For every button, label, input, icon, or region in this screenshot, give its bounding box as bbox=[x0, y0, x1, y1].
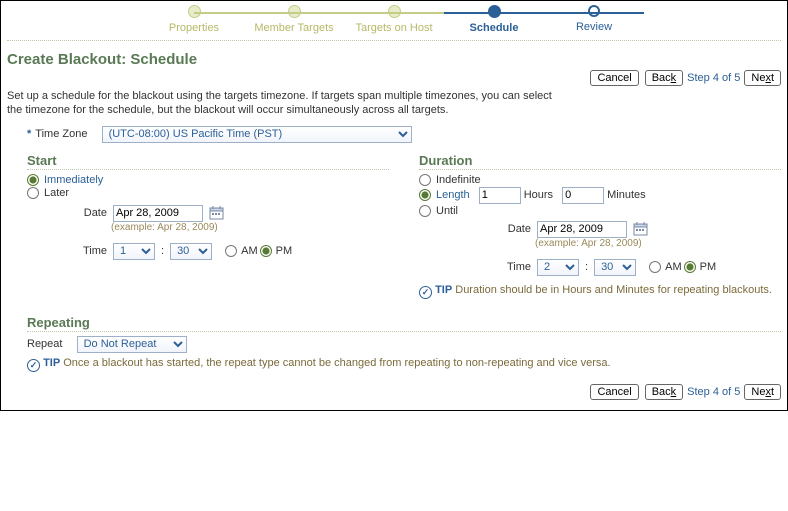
step-indicator: Step 4 of 5 bbox=[687, 72, 740, 84]
duration-section: Duration Indefinite Length Hours Minutes… bbox=[419, 153, 781, 297]
duration-pm-radio[interactable] bbox=[684, 261, 696, 273]
duration-length-label: Length bbox=[436, 189, 470, 201]
train-dot-icon bbox=[288, 5, 301, 18]
duration-pm-label: PM bbox=[700, 261, 717, 273]
start-am-label: AM bbox=[241, 245, 258, 257]
train-dot-icon bbox=[588, 5, 600, 17]
train-step-member-targets[interactable]: Member Targets bbox=[244, 5, 344, 34]
next-label: Next bbox=[751, 386, 774, 398]
duration-until-label: Until bbox=[436, 205, 458, 217]
calendar-icon[interactable] bbox=[209, 205, 225, 221]
time-colon: : bbox=[585, 261, 588, 273]
duration-date-input[interactable] bbox=[537, 221, 627, 238]
duration-tip-text: Duration should be in Hours and Minutes … bbox=[455, 284, 772, 296]
train-step-label: Targets on Host bbox=[355, 22, 432, 34]
tip-label: TIP bbox=[435, 284, 452, 296]
bottom-nav-row: Cancel Back Step 4 of 5 Next bbox=[7, 384, 781, 400]
calendar-icon[interactable] bbox=[633, 221, 649, 237]
duration-hours-input[interactable] bbox=[479, 187, 521, 204]
timezone-row: * Time Zone (UTC-08:00) US Pacific Time … bbox=[27, 126, 781, 143]
divider bbox=[7, 40, 781, 41]
duration-legend: Duration bbox=[419, 153, 781, 170]
repeat-select[interactable]: Do Not Repeat bbox=[77, 336, 187, 353]
train-dot-icon bbox=[188, 5, 201, 18]
train-step-properties[interactable]: Properties bbox=[144, 5, 244, 34]
duration-mins-input[interactable] bbox=[562, 187, 604, 204]
start-immediately-radio[interactable] bbox=[27, 174, 39, 186]
back-button[interactable]: Back bbox=[645, 70, 683, 86]
next-button[interactable]: Next bbox=[744, 384, 781, 400]
repeating-section: Repeating Repeat Do Not Repeat TIP Once … bbox=[27, 315, 781, 370]
start-time-label: Time bbox=[75, 245, 107, 257]
cancel-button[interactable]: Cancel bbox=[590, 70, 638, 86]
repeat-label: Repeat bbox=[27, 338, 62, 350]
duration-am-label: AM bbox=[665, 261, 682, 273]
train-step-label: Schedule bbox=[470, 22, 519, 34]
next-label: Next bbox=[751, 72, 774, 84]
duration-indefinite-radio[interactable] bbox=[419, 174, 431, 186]
cancel-label: Cancel bbox=[597, 386, 631, 398]
train-step-review[interactable]: Review bbox=[544, 5, 644, 34]
duration-length-radio[interactable] bbox=[419, 189, 431, 201]
duration-date-label: Date bbox=[499, 223, 531, 235]
train-step-label: Review bbox=[576, 21, 612, 33]
cancel-label: Cancel bbox=[597, 72, 631, 84]
timezone-label: Time Zone bbox=[35, 128, 87, 140]
tip-label: TIP bbox=[43, 357, 60, 369]
train-step-label: Properties bbox=[169, 22, 219, 34]
wizard-train: Properties Member Targets Targets on Host S… bbox=[7, 5, 781, 34]
start-am-radio[interactable] bbox=[225, 245, 237, 257]
top-nav-row: Cancel Back Step 4 of 5 Next bbox=[7, 70, 781, 86]
back-label: Back bbox=[652, 386, 676, 398]
duration-am-radio[interactable] bbox=[649, 261, 661, 273]
back-button[interactable]: Back bbox=[645, 384, 683, 400]
start-date-label: Date bbox=[75, 207, 107, 219]
duration-min-select[interactable]: 30 bbox=[594, 259, 636, 276]
intro-text: Set up a schedule for the blackout using… bbox=[7, 90, 567, 118]
duration-mins-label: Minutes bbox=[607, 189, 646, 201]
train-step-label: Member Targets bbox=[254, 22, 333, 34]
cancel-button[interactable]: Cancel bbox=[590, 384, 638, 400]
duration-indefinite-label: Indefinite bbox=[436, 174, 481, 186]
page-title: Create Blackout: Schedule bbox=[7, 51, 781, 68]
start-later-radio[interactable] bbox=[27, 187, 39, 199]
start-pm-label: PM bbox=[276, 245, 293, 257]
time-colon: : bbox=[161, 245, 164, 257]
start-immediately-label: Immediately bbox=[44, 174, 103, 186]
start-later-label: Later bbox=[44, 187, 69, 199]
train-dot-icon bbox=[388, 5, 401, 18]
start-date-example: (example: Apr 28, 2009) bbox=[111, 222, 389, 233]
duration-date-example: (example: Apr 28, 2009) bbox=[535, 238, 781, 249]
back-label: Back bbox=[652, 72, 676, 84]
check-circle-icon bbox=[419, 286, 432, 299]
repeating-tip-text: Once a blackout has started, the repeat … bbox=[63, 357, 610, 369]
check-circle-icon bbox=[27, 359, 40, 372]
duration-hours-label: Hours bbox=[524, 189, 553, 201]
start-hour-select[interactable]: 1 bbox=[113, 243, 155, 260]
required-icon: * bbox=[27, 128, 31, 140]
repeating-legend: Repeating bbox=[27, 315, 781, 332]
timezone-select[interactable]: (UTC-08:00) US Pacific Time (PST) bbox=[102, 126, 412, 143]
start-date-input[interactable] bbox=[113, 205, 203, 222]
next-button[interactable]: Next bbox=[744, 70, 781, 86]
train-step-schedule[interactable]: Schedule bbox=[444, 5, 544, 34]
start-pm-radio[interactable] bbox=[260, 245, 272, 257]
step-indicator: Step 4 of 5 bbox=[687, 386, 740, 398]
train-step-targets-on-host[interactable]: Targets on Host bbox=[344, 5, 444, 34]
duration-hour-select[interactable]: 2 bbox=[537, 259, 579, 276]
start-section: Start Immediately Later Date (example: A… bbox=[27, 153, 389, 297]
duration-until-radio[interactable] bbox=[419, 205, 431, 217]
start-legend: Start bbox=[27, 153, 389, 170]
start-min-select[interactable]: 30 bbox=[170, 243, 212, 260]
duration-time-label: Time bbox=[499, 261, 531, 273]
